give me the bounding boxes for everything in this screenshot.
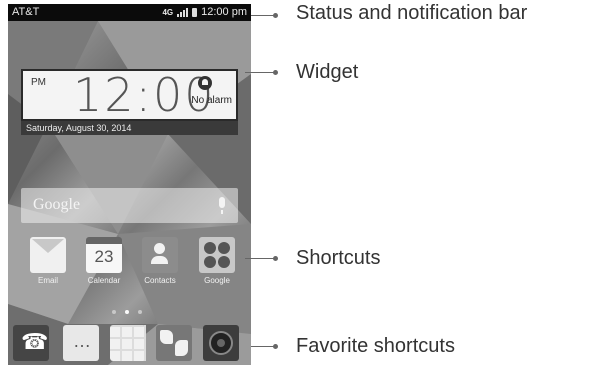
favorites-tray <box>8 320 251 365</box>
battery-icon <box>192 7 198 17</box>
alarm-status: No alarm <box>191 95 232 106</box>
email-icon <box>30 237 66 273</box>
clock-ampm: PM <box>31 77 46 88</box>
shortcut-contacts[interactable]: Contacts <box>135 237 185 285</box>
carrier-label: AT&T <box>12 6 40 18</box>
shortcut-label: Calendar <box>87 276 121 285</box>
shortcut-email[interactable]: Email <box>23 237 73 285</box>
camera-icon[interactable] <box>203 325 239 361</box>
shortcut-calendar[interactable]: 23 Calendar <box>79 237 129 285</box>
contacts-icon <box>142 237 178 273</box>
clock-widget[interactable]: PM 12:00 No alarm Saturday, August 30, 2… <box>21 68 238 135</box>
shortcut-label: Contacts <box>144 276 176 285</box>
calendar-icon: 23 <box>86 237 122 273</box>
status-bar[interactable]: AT&T 4G 12:00 pm <box>8 4 251 21</box>
phone-icon[interactable] <box>13 325 49 361</box>
page-dot-active <box>125 310 129 314</box>
browser-icon[interactable] <box>156 325 192 361</box>
google-search-bar[interactable]: Google <box>21 188 238 223</box>
network-icon: 4G <box>162 7 174 17</box>
callout-dot-shortcuts <box>273 256 278 261</box>
messaging-icon[interactable] <box>63 325 99 361</box>
apps-icon[interactable] <box>110 325 146 361</box>
callout-favorites: Favorite shortcuts <box>296 335 455 357</box>
callout-dot-widget <box>273 70 278 75</box>
callout-line-status <box>251 15 275 16</box>
clock-card[interactable]: PM 12:00 No alarm <box>21 68 238 122</box>
callout-shortcuts: Shortcuts <box>296 247 381 269</box>
callout-widget: Widget <box>296 61 359 83</box>
callout-line-shortcuts <box>245 258 275 259</box>
status-icons: 4G 12:00 pm <box>162 6 247 18</box>
home-screen: AT&T 4G 12:00 pm PM 12:00 No alarm Satur… <box>8 4 251 365</box>
google-folder-icon <box>199 237 235 273</box>
mic-icon[interactable] <box>219 197 225 214</box>
signal-icon <box>177 7 189 17</box>
shortcut-label: Google <box>204 276 230 285</box>
callout-dot-status <box>273 13 278 18</box>
google-search-label: Google <box>33 196 81 213</box>
alarm-icon <box>198 76 212 90</box>
status-time: 12:00 pm <box>201 6 247 18</box>
callout-line-widget <box>245 72 275 73</box>
shortcut-google-folder[interactable]: Google <box>192 237 242 285</box>
shortcut-label: Email <box>37 276 58 285</box>
page-dot <box>112 310 116 314</box>
page-dot <box>138 310 142 314</box>
page-indicator <box>112 310 142 314</box>
callout-dot-favorites <box>273 344 278 349</box>
date-label: Saturday, August 30, 2014 <box>21 121 238 135</box>
callout-status-bar: Status and notification bar <box>296 2 528 24</box>
callout-line-favorites <box>251 346 275 347</box>
